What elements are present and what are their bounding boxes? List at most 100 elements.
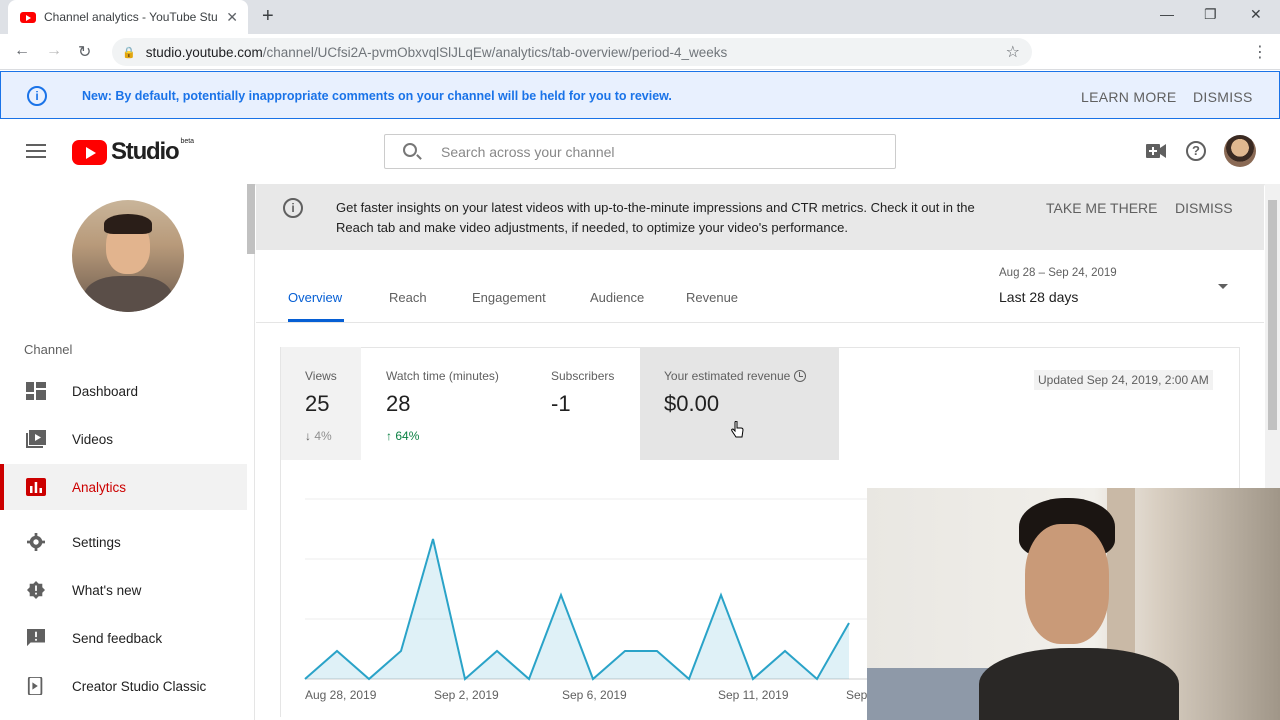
metric-change: ↓ 4% <box>305 429 332 443</box>
insight-text: Get faster insights on your latest video… <box>336 200 975 235</box>
webcam-overlay <box>867 488 1280 720</box>
info-icon: i <box>283 198 303 218</box>
sidebar-item-videos[interactable]: Videos <box>0 416 247 462</box>
metric-value: 25 <box>305 391 330 416</box>
close-window-icon[interactable]: ✕ <box>1250 6 1262 23</box>
lock-icon: 🔒 <box>122 46 136 59</box>
browser-tab[interactable]: Channel analytics - YouTube Studio ✕ <box>8 0 248 34</box>
take-me-there-button[interactable]: TAKE ME THERE <box>1046 200 1158 216</box>
tab-audience[interactable]: Audience <box>590 290 644 305</box>
tabs-divider <box>256 322 1264 323</box>
metric-label: Subscribers <box>551 369 615 383</box>
banner-dismiss-button[interactable]: DISMISS <box>1193 89 1253 105</box>
search-icon <box>403 143 417 157</box>
sidebar-item-label: Analytics <box>72 479 127 495</box>
sidebar-item-settings[interactable]: Settings <box>0 519 247 565</box>
close-tab-icon[interactable]: ✕ <box>226 9 238 26</box>
notice-banner: i New: By default, potentially inappropr… <box>0 71 1280 119</box>
metric-value: -1 <box>551 391 571 416</box>
sidebar-item-label: Creator Studio Classic <box>72 678 207 694</box>
metric-value: 28 <box>386 391 411 416</box>
metric-label-text: Your estimated revenue <box>664 369 791 383</box>
metric-change-value: 4% <box>314 429 332 443</box>
channel-section-label: Channel <box>24 342 73 357</box>
create-video-icon[interactable] <box>1146 144 1166 158</box>
scrollbar-thumb[interactable] <box>1268 200 1277 430</box>
tab-revenue[interactable]: Revenue <box>686 290 738 305</box>
url-path: /channel/UCfsi2A-pvmObxvqlSlJLqEw/analyt… <box>262 44 728 60</box>
metric-label: Your estimated revenue <box>664 369 807 383</box>
sidebar-item-label: Settings <box>72 534 121 550</box>
sidebar: Channel Dashboard Videos Analytics Setti… <box>0 184 255 720</box>
sidebar-item-creator-studio-classic[interactable]: Creator Studio Classic <box>0 663 247 709</box>
minimize-icon[interactable]: — <box>1160 6 1174 22</box>
clock-icon <box>794 370 807 382</box>
hamburger-menu-icon[interactable] <box>26 144 46 158</box>
videos-icon <box>26 430 46 448</box>
metric-watch-time[interactable]: Watch time (minutes) 28 ↑ 64% <box>362 347 522 460</box>
dashboard-icon <box>26 382 46 400</box>
date-period-selector[interactable]: Last 28 days <box>999 289 1078 305</box>
logo-badge: beta <box>180 138 195 145</box>
bookmark-star-icon[interactable]: ☆ <box>1006 42 1020 62</box>
date-range-text: Aug 28 – Sep 24, 2019 <box>999 267 1117 279</box>
x-tick-label: Sep 6, 2019 <box>562 688 627 702</box>
channel-avatar[interactable] <box>72 200 184 312</box>
sidebar-scrollbar[interactable] <box>247 184 255 254</box>
x-tick-label: Sep 11, 2019 <box>718 688 789 702</box>
browser-menu-icon[interactable]: ⋮ <box>1252 42 1268 62</box>
creator-studio-classic-icon <box>27 677 43 695</box>
metric-change-value: 64% <box>395 429 420 443</box>
tab-engagement[interactable]: Engagement <box>472 290 546 305</box>
tab-overview[interactable]: Overview <box>288 290 342 305</box>
main-scrollbar[interactable] <box>1265 184 1280 488</box>
learn-more-button[interactable]: LEARN MORE <box>1081 89 1177 105</box>
back-icon[interactable]: ← <box>14 42 30 60</box>
sidebar-item-send-feedback[interactable]: Send feedback <box>0 615 247 661</box>
sidebar-item-dashboard[interactable]: Dashboard <box>0 368 247 414</box>
x-tick-label: Sep <box>846 688 868 702</box>
insight-dismiss-button[interactable]: DISMISS <box>1175 200 1233 216</box>
forward-icon[interactable]: → <box>46 42 62 60</box>
insight-banner: i Get faster insights on your latest vid… <box>256 184 1264 250</box>
url-host: studio.youtube.com <box>145 44 263 60</box>
sidebar-item-label: Videos <box>72 431 114 447</box>
new-badge-icon <box>27 581 45 599</box>
metric-label: Views <box>305 369 337 383</box>
tab-reach[interactable]: Reach <box>389 290 427 305</box>
metric-label: Watch time (minutes) <box>386 369 499 383</box>
feedback-icon <box>27 629 45 647</box>
address-bar: ← → ↻ 🔒 studio.youtube.com/channel/UCfsi… <box>0 34 1280 99</box>
reload-icon[interactable]: ↻ <box>78 42 91 62</box>
banner-message: New: By default, potentially inappropria… <box>82 89 672 103</box>
info-icon: i <box>27 86 47 106</box>
metric-views[interactable]: Views 25 ↓ 4% <box>281 347 361 460</box>
account-avatar[interactable] <box>1224 135 1256 167</box>
analytics-icon <box>26 478 46 496</box>
help-icon[interactable]: ? <box>1186 141 1206 161</box>
metric-revenue[interactable]: Your estimated revenue $0.00 <box>640 347 839 460</box>
browser-tab-title: Channel analytics - YouTube Studio <box>44 10 219 24</box>
youtube-play-icon <box>72 139 107 165</box>
url-field[interactable]: 🔒 studio.youtube.com/channel/UCfsi2A-pvm… <box>112 38 1032 66</box>
youtube-favicon-icon <box>20 11 36 23</box>
metric-change: ↑ 64% <box>386 429 419 443</box>
new-tab-icon[interactable]: + <box>262 6 274 26</box>
restore-icon[interactable]: ❐ <box>1204 6 1217 23</box>
search-box[interactable] <box>384 134 896 169</box>
arrow-up-icon: ↑ <box>386 429 392 443</box>
sidebar-item-analytics[interactable]: Analytics <box>0 464 247 510</box>
studio-header: Studio beta ? <box>0 119 1280 184</box>
youtube-studio-logo[interactable]: Studio beta <box>72 138 194 166</box>
hand-cursor-icon <box>731 421 744 438</box>
metric-subscribers[interactable]: Subscribers -1 <box>527 347 637 460</box>
chevron-down-icon[interactable] <box>1218 284 1228 289</box>
views-chart <box>304 498 868 681</box>
sidebar-item-whats-new[interactable]: What's new <box>0 567 247 613</box>
arrow-down-icon: ↓ <box>305 429 311 443</box>
sidebar-item-label: Dashboard <box>72 383 139 399</box>
sidebar-item-label: What's new <box>72 582 142 598</box>
search-input[interactable] <box>441 141 871 163</box>
browser-tab-bar: Channel analytics - YouTube Studio ✕ + —… <box>0 0 1280 34</box>
sidebar-item-label: Send feedback <box>72 630 163 646</box>
